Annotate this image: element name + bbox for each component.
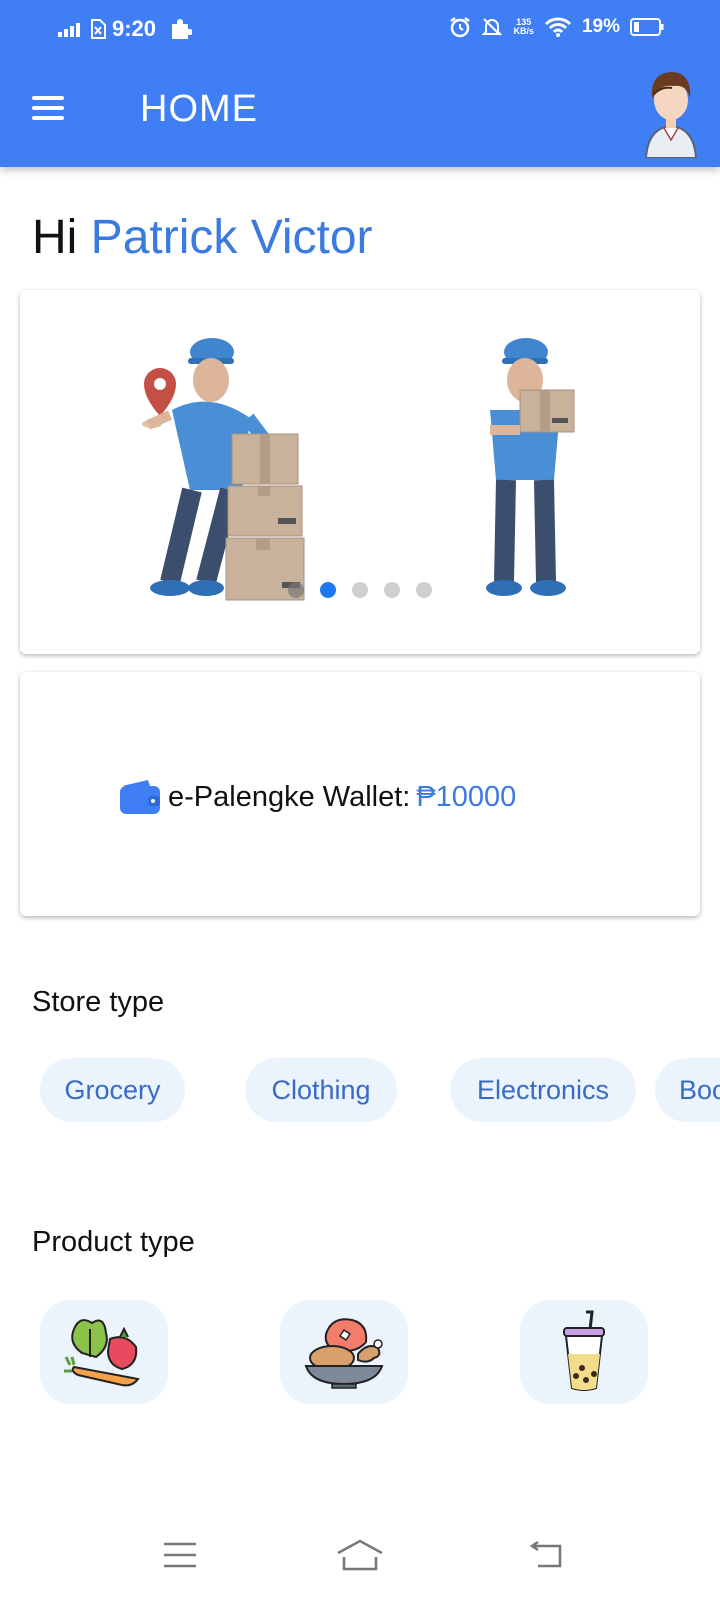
greeting: Hi Patrick Victor — [32, 210, 373, 265]
status-left: 9:20 — [58, 16, 193, 42]
back-icon[interactable] — [516, 1530, 576, 1580]
network-speed: 135 KB/s — [513, 17, 534, 36]
promo-carousel[interactable] — [20, 290, 700, 654]
wallet-icon — [120, 780, 160, 814]
chip-clothing[interactable]: Clothing — [245, 1058, 397, 1122]
system-nav-bar — [0, 1530, 720, 1590]
product-drinks[interactable] — [520, 1300, 648, 1404]
chip-books[interactable]: Boo — [655, 1058, 720, 1122]
product-vegetables[interactable] — [40, 1300, 168, 1404]
product-meat[interactable] — [280, 1300, 408, 1404]
mute-icon — [482, 18, 503, 36]
status-time: 9:20 — [112, 16, 157, 41]
delivery-man-with-boxes-illustration — [142, 338, 575, 601]
store-type-chips: Grocery Clothing Electronics Boo — [0, 1058, 720, 1124]
meat-food-icon — [304, 1318, 384, 1389]
alarm-icon — [450, 17, 471, 38]
store-type-title: Store type — [32, 986, 165, 1018]
home-icon[interactable] — [330, 1530, 390, 1580]
battery-percent: 19% — [581, 16, 620, 37]
wallet-amount: ₱10000 — [416, 780, 517, 813]
status-right: 135 KB/s 19% — [449, 16, 664, 38]
vegetables-icon — [64, 1319, 140, 1387]
carousel-dot-1[interactable] — [288, 582, 304, 598]
carousel-dot-2[interactable] — [320, 582, 336, 598]
no-sim-icon — [91, 19, 106, 39]
user-name: Patrick Victor — [90, 211, 373, 264]
recent-apps-icon[interactable] — [150, 1530, 210, 1580]
carousel-dot-4[interactable] — [384, 582, 400, 598]
milk-tea-icon — [563, 1310, 605, 1391]
app-bar: 9:20 135 KB/s 19% HOME — [0, 0, 720, 167]
puzzle-icon — [172, 19, 193, 39]
user-avatar[interactable] — [640, 66, 702, 158]
carousel-dots — [288, 582, 432, 598]
status-bar: 9:20 135 KB/s 19% — [0, 0, 720, 58]
chip-grocery[interactable]: Grocery — [40, 1058, 185, 1122]
hamburger-menu-icon[interactable] — [32, 96, 64, 122]
carousel-dot-5[interactable] — [416, 582, 432, 598]
chip-electronics[interactable]: Electronics — [450, 1058, 636, 1122]
product-type-title: Product type — [32, 1226, 195, 1258]
page-title: HOME — [140, 88, 258, 130]
carousel-dot-3[interactable] — [352, 582, 368, 598]
wallet-label: e-Palengke Wallet: — [168, 780, 411, 813]
wallet-row: e-Palengke Wallet: ₱10000 — [118, 778, 516, 816]
greeting-prefix: Hi — [32, 211, 78, 264]
signal-icon — [58, 23, 80, 37]
wallet-card[interactable]: e-Palengke Wallet: ₱10000 — [20, 672, 700, 916]
wifi-icon — [544, 17, 572, 37]
battery-icon — [630, 18, 664, 36]
